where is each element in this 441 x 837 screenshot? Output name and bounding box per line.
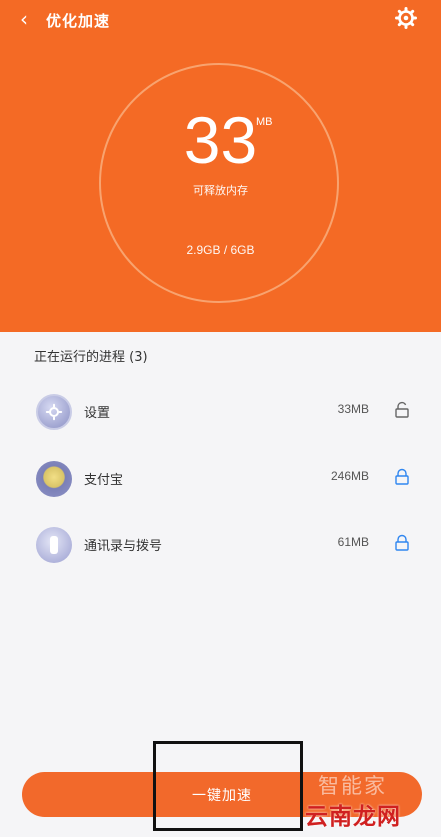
free-memory-label: 可释放内存 (193, 184, 248, 197)
process-size: 33MB (337, 402, 369, 416)
watermark-text: 智能家 (318, 774, 387, 798)
process-name: 支付宝 (84, 473, 124, 488)
unlocked-icon[interactable] (394, 401, 410, 419)
top-bar: ‹ 优化加速 (0, 0, 441, 40)
process-row-phone[interactable]: 通讯录与拨号 61MB (0, 519, 441, 569)
alipay-app-icon (36, 461, 72, 497)
header: ‹ 优化加速 33 MB 可释放内存 2.9GB / 6GB (0, 0, 441, 332)
phone-app-icon (36, 527, 72, 563)
process-size: 61MB (337, 535, 369, 549)
memory-usage: 2.9GB / 6GB (186, 243, 255, 257)
settings-app-icon (36, 394, 72, 430)
process-section-title: 正在运行的进程 (3) (34, 350, 148, 365)
process-name: 通讯录与拨号 (84, 539, 163, 554)
process-size: 246MB (330, 469, 369, 483)
watermark-text: 云南龙网 (305, 804, 401, 830)
locked-icon[interactable] (394, 534, 410, 552)
gear-icon[interactable] (394, 6, 418, 30)
process-row-alipay[interactable]: 支付宝 246MB (0, 453, 441, 503)
page-title: 优化加速 (46, 12, 111, 30)
process-row-settings[interactable]: 设置 33MB (0, 386, 441, 436)
free-memory-unit: MB (256, 116, 273, 128)
back-icon[interactable]: ‹ (14, 8, 34, 30)
process-name: 设置 (84, 406, 111, 421)
free-memory-value: 33 (183, 103, 258, 177)
locked-icon[interactable] (394, 468, 410, 486)
